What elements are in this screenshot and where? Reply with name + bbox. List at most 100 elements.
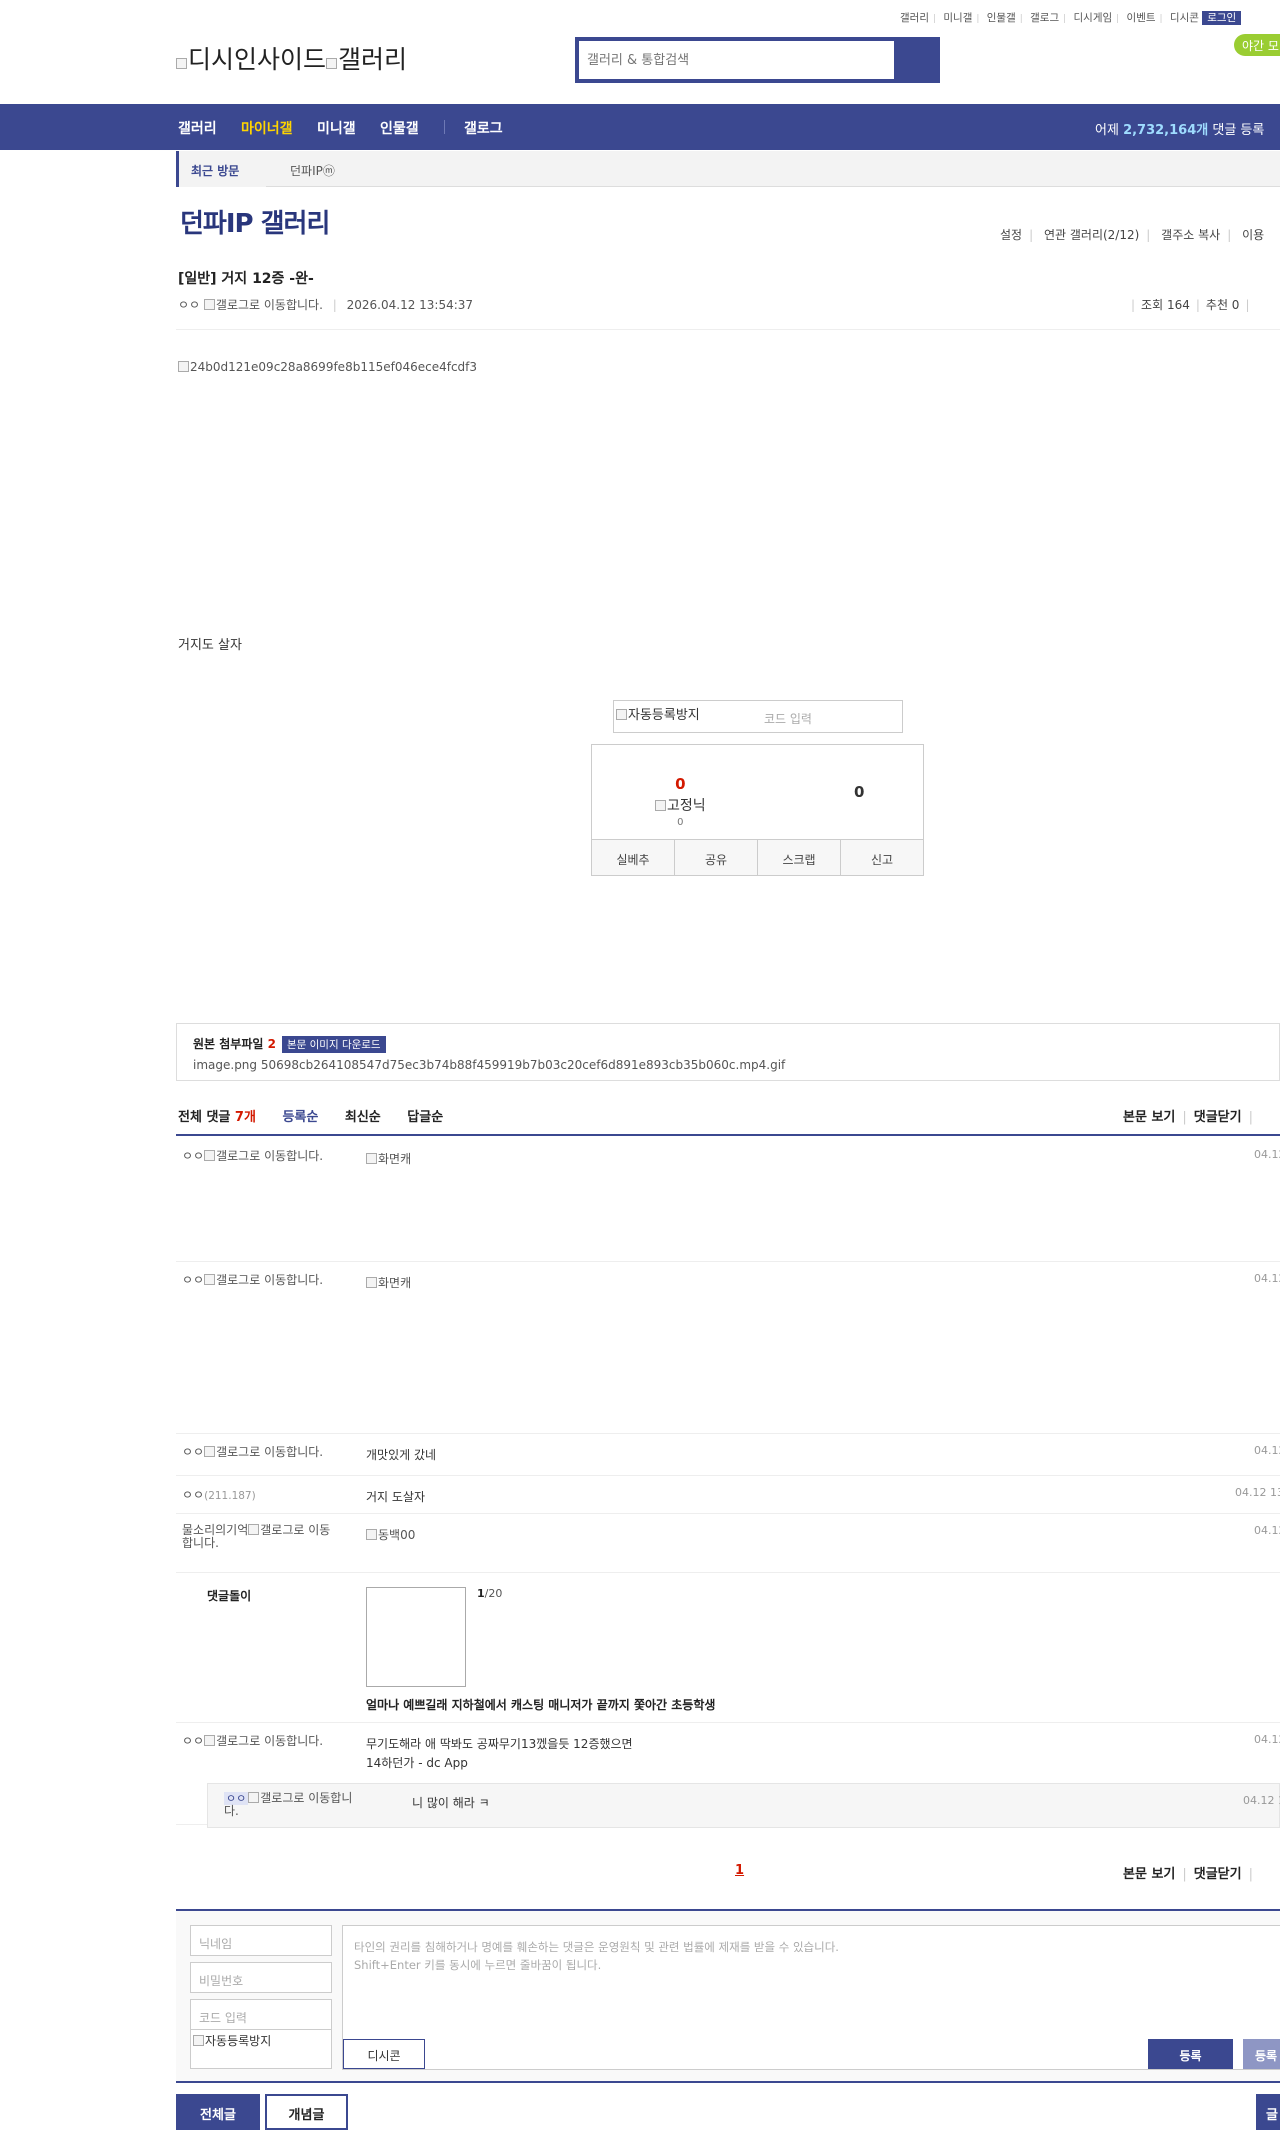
global-nav: 갤러리 마이너갤 미니갤 인물갤 갤로그 어제 2,732,164개 댓글 등록 xyxy=(0,104,1280,150)
gallog-icon xyxy=(204,1150,216,1161)
write-button[interactable]: 글 xyxy=(1256,2094,1280,2130)
view-body-link[interactable]: 본문 보기 xyxy=(1123,1110,1175,1125)
tab-person[interactable]: 인물갤 xyxy=(380,118,419,138)
sort-latest[interactable]: 최신순 xyxy=(345,1110,381,1125)
copy-address-link[interactable]: 갤주소 복사 xyxy=(1161,228,1220,242)
comment-image[interactable]: 동백00 xyxy=(366,1526,415,1545)
post-datetime: 2026.04.12 13:54:37 xyxy=(346,298,474,312)
report-button[interactable]: 신고 xyxy=(840,840,923,875)
comment-date: 04.12 xyxy=(1254,1524,1280,1537)
code-input[interactable]: 코드 입력 xyxy=(190,1999,332,2030)
comment-nick[interactable]: 물소리의기억 갤로그로 이동합니다. xyxy=(182,1524,332,1549)
search-button[interactable] xyxy=(894,41,936,79)
gallog-icon[interactable] xyxy=(203,299,215,310)
comment-nick[interactable]: ㅇㅇ 갤로그로 이동합니다. xyxy=(182,1274,332,1287)
site-logo[interactable]: 디시인사이드 갤러리 xyxy=(176,40,407,76)
usage-link[interactable]: 이용 xyxy=(1242,228,1264,242)
submit-button[interactable]: 등록 xyxy=(1148,2039,1233,2069)
recent-gallery-link[interactable]: 던파IPⓜ xyxy=(290,162,335,179)
comment-textarea[interactable]: 타인의 권리를 침해하거나 명예를 훼손하는 댓글은 운영원칙 및 관련 법률에… xyxy=(342,1925,1280,2070)
gallery-settings-link[interactable]: 설정 xyxy=(1000,228,1022,242)
comment-write-box: 닉네임 비밀번호 코드 입력 자동등록방지 타인의 권리를 침해하거나 명예를 … xyxy=(176,1909,1280,2083)
divider xyxy=(176,329,1280,330)
night-mode-toggle[interactable]: 야간 모 xyxy=(1234,34,1280,56)
broken-image-icon xyxy=(193,2035,204,2046)
comment-ip: (211.187) xyxy=(204,1490,256,1502)
fixed-nick-count: 0 xyxy=(677,817,684,828)
best-posts-button[interactable]: 개념글 xyxy=(265,2094,348,2130)
toplink-dccon[interactable]: 디시콘 xyxy=(1170,12,1199,24)
tab-mini[interactable]: 미니갤 xyxy=(317,118,356,138)
comment-page-1[interactable]: 1 xyxy=(735,1863,744,1878)
post-header: [일반] 거지 12증 -완- ㅇㅇ 갤로그로 이동합니다. | 2026.04… xyxy=(178,268,1280,313)
comment-text: 개맛있게 갔네 xyxy=(366,1448,437,1462)
toplink-person[interactable]: 인물갤 xyxy=(987,12,1016,24)
share-button[interactable]: 공유 xyxy=(674,840,757,875)
scrap-button[interactable]: 스크랩 xyxy=(757,840,840,875)
vote-box: 0 고정닉 0 0 실베추 공유 스크랩 신고 xyxy=(591,744,924,876)
captcha-image: 자동등록방지 xyxy=(616,704,700,723)
post-author[interactable]: ㅇㅇ xyxy=(178,298,200,312)
comment-nick[interactable]: ㅇㅇ(211.187) xyxy=(182,1489,332,1502)
reply-date: 04.12 1 xyxy=(1243,1794,1280,1807)
close-comments-link[interactable]: 댓글닫기 xyxy=(1194,1867,1242,1882)
gallog-icon xyxy=(204,1735,216,1746)
toplink-gallery[interactable]: 갤러리 xyxy=(900,12,929,24)
close-comments-link[interactable]: 댓글닫기 xyxy=(1194,1110,1242,1125)
comment-date: 04.12 xyxy=(1254,1272,1280,1285)
tab-gallog[interactable]: 갤로그 xyxy=(464,118,503,138)
gallog-icon xyxy=(204,1274,216,1285)
ad-title[interactable]: 얼마나 예쁘길래 지하철에서 캐스팅 매니저가 끝까지 쫓아간 초등학생 xyxy=(366,1696,715,1713)
nickname-input[interactable]: 닉네임 xyxy=(190,1925,332,1956)
sort-replies[interactable]: 답글순 xyxy=(407,1110,443,1125)
toplink-gallog[interactable]: 갤로그 xyxy=(1030,12,1059,24)
comment-header: 전체 댓글 7개 등록순 최신순 답글순 본문 보기 | 댓글닫기 | xyxy=(176,1104,1280,1136)
ad-thumbnail[interactable] xyxy=(366,1587,466,1687)
comment-count-area: 전체 댓글 7개 등록순 최신순 답글순 xyxy=(178,1110,444,1125)
comment-row: ㅇㅇ갤로그로 이동합니다. 화면캐 04.12 xyxy=(176,1262,1280,1434)
toplink-event[interactable]: 이벤트 xyxy=(1127,12,1156,24)
gallery-title[interactable]: 던파IP 갤러리 xyxy=(180,203,330,240)
view-body-link[interactable]: 본문 보기 xyxy=(1123,1867,1175,1882)
toplink-mini[interactable]: 미니갤 xyxy=(943,12,972,24)
gallog-alt: 갤로그로 이동합니다. xyxy=(215,298,323,312)
login-button[interactable]: 로그인 xyxy=(1202,11,1242,25)
submit-recommend-button[interactable]: 등록 xyxy=(1243,2039,1280,2069)
downvote-count[interactable]: 0 xyxy=(854,783,864,801)
upvote-area[interactable]: 0 고정닉 0 xyxy=(655,775,706,828)
broken-image-icon xyxy=(616,709,627,720)
post-meta: ㅇㅇ 갤로그로 이동합니다. | 2026.04.12 13:54:37 xyxy=(178,298,474,312)
gallog-icon xyxy=(248,1524,260,1535)
broken-image-icon xyxy=(178,361,189,372)
comment-image[interactable]: 화면캐 xyxy=(366,1150,411,1169)
toplink-game[interactable]: 디시게임 xyxy=(1074,12,1113,24)
dccon-button[interactable]: 디시콘 xyxy=(343,2039,425,2069)
comment-nick[interactable]: ㅇㅇ 갤로그로 이동합니다. xyxy=(182,1150,332,1163)
attachment-names[interactable]: image.png 50698cb264108547d75ec3b74b88f4… xyxy=(193,1058,1279,1072)
reply-nick[interactable]: ㅇㅇ 갤로그로 이동합니다. xyxy=(224,1792,364,1817)
comment-count: 7개 xyxy=(234,1110,256,1125)
captcha-input[interactable]: 코드 입력 xyxy=(764,710,812,727)
comment-nick[interactable]: ㅇㅇ 갤로그로 이동합니다. xyxy=(182,1446,332,1459)
sort-registered[interactable]: 등록순 xyxy=(282,1110,318,1125)
search-input[interactable] xyxy=(579,41,894,79)
comment-nick[interactable]: ㅇㅇ 갤로그로 이동합니다. xyxy=(182,1735,332,1748)
related-gallery-link[interactable]: 연관 갤러리(2/12) xyxy=(1044,228,1139,242)
recent-visit-bar: 최근 방문 던파IPⓜ xyxy=(176,151,1280,187)
upvote-count: 0 xyxy=(675,775,686,793)
best-recommend-button[interactable]: 실베추 xyxy=(592,840,674,875)
tab-minor[interactable]: 마이너갤 xyxy=(241,118,293,138)
broken-image-icon xyxy=(176,58,187,69)
vote-actions: 실베추 공유 스크랩 신고 xyxy=(592,839,923,875)
search-box xyxy=(575,37,940,83)
gallog-icon xyxy=(248,1792,260,1803)
post-image[interactable]: 24b0d121e09c28a8699fe8b115ef046ece4fcdf3 xyxy=(178,360,477,374)
password-input[interactable]: 비밀번호 xyxy=(190,1962,332,1993)
comment-image[interactable]: 화면캐 xyxy=(366,1274,411,1293)
recent-visit-label: 최근 방문 xyxy=(176,151,266,187)
comment-text: 거지 도살자 xyxy=(366,1490,426,1504)
image-download-button[interactable]: 본문 이미지 다운로드 xyxy=(281,1036,386,1053)
attachment-count: 2 xyxy=(267,1037,276,1051)
tab-gallery[interactable]: 갤러리 xyxy=(178,118,217,138)
all-posts-button[interactable]: 전체글 xyxy=(176,2094,260,2130)
